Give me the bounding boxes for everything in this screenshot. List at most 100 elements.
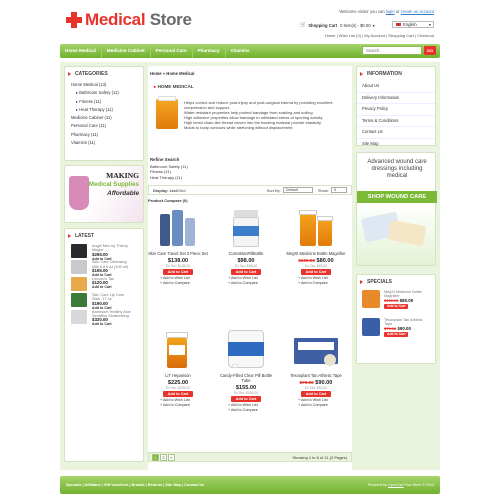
product-image[interactable] [156, 328, 200, 370]
category-item[interactable]: Pharmacy (11) [71, 131, 137, 139]
add-to-compare-link[interactable]: + Add to Compare [216, 281, 276, 286]
add-to-cart-link[interactable]: Add to Cart [92, 285, 132, 289]
category-item[interactable]: Medicine Cabinet (11) [71, 114, 137, 122]
add-to-compare-link[interactable]: + Add to Compare [148, 281, 208, 286]
product-thumbnail[interactable] [71, 293, 87, 308]
display-list-link[interactable]: List [170, 188, 177, 193]
page-title: ▸ HOME MEDICAL [154, 84, 194, 89]
footer-link[interactable]: Specials [66, 483, 81, 487]
add-to-compare-link[interactable]: + Add to Compare [216, 408, 276, 413]
product-name[interactable]: CuresMonPillBottle [216, 251, 276, 257]
top-link-cart[interactable]: Shopping Cart [388, 33, 414, 38]
category-item[interactable]: ▸ Heat Therapy (11) [71, 106, 137, 114]
latest-item[interactable]: Bathroom Healthy Aloe Sensitive Moisturi… [71, 309, 137, 326]
nav-item-pharmacy[interactable]: Pharmacy [193, 44, 226, 58]
product-name[interactable]: Candy-Filled Clear Pill Bottle Tube [216, 373, 276, 384]
search-input[interactable]: Search [362, 46, 422, 55]
information-link[interactable]: Site Map [357, 139, 435, 151]
product-compare-link[interactable]: Product Compare (0) [148, 198, 188, 203]
information-link[interactable]: About Us [357, 81, 435, 93]
add-to-compare-link[interactable]: + Add to Compare [286, 281, 346, 286]
add-to-cart-button[interactable]: Add to Cart [384, 332, 409, 337]
add-to-cart-link[interactable]: Add to Cart [92, 322, 132, 326]
top-link-account[interactable]: My Account [364, 33, 385, 38]
category-item[interactable]: Personal Care (11) [71, 122, 137, 130]
add-to-compare-link[interactable]: + Add to Compare [148, 403, 208, 408]
page-1[interactable]: 1 [152, 454, 159, 461]
register-link[interactable]: create an account [401, 9, 434, 14]
promo-banner-left[interactable]: MAKING Medical Supplies Affordable [64, 165, 144, 223]
footer-link[interactable]: Affiliates [84, 483, 100, 487]
categories-title: CATEGORIES [65, 67, 143, 79]
top-link-home[interactable]: Home [325, 33, 336, 38]
special-item-info: Tesoxplant Tan Athletic Tape $79.00 $90.0… [384, 318, 424, 344]
opencart-link[interactable]: OpenCart [388, 483, 404, 487]
add-to-cart-button[interactable]: Add to Cart [384, 304, 409, 309]
product-name[interactable]: Tesoxplant Tan Athletic Tape [286, 373, 346, 379]
login-link[interactable]: login [386, 9, 395, 14]
product-image[interactable] [224, 328, 268, 370]
page-2[interactable]: 2 [160, 454, 167, 461]
information-link[interactable]: Privacy Policy [357, 104, 435, 116]
pagination-summary: Showing 1 to 6 of 11 (2 Pages) [292, 455, 347, 460]
latest-item[interactable]: Angel Men by Thierry Mugler $265.00 Add to… [71, 244, 137, 261]
top-link-checkout[interactable]: Checkout [417, 33, 434, 38]
product-thumbnail[interactable] [71, 244, 87, 258]
display-grid-link[interactable]: Grid [178, 188, 186, 193]
product-thumbnail[interactable] [71, 260, 87, 275]
top-link-wishlist[interactable]: Wish List (0) [339, 33, 361, 38]
footer-link[interactable]: Site Map [165, 483, 181, 487]
nav-item-personal-care[interactable]: Personal Care [151, 44, 193, 58]
shop-wound-care-button[interactable]: SHOP WOUND CARE [357, 191, 437, 203]
add-to-compare-link[interactable]: + Add to Compare [286, 403, 346, 408]
special-item[interactable]: Tesoxplant Tan Athletic Tape $79.00 $90.0… [362, 318, 430, 344]
latest-item[interactable]: Skin Care Cleansing Milk 6.8 fl oz (100 … [71, 260, 137, 277]
footer-link[interactable]: Contact Us [184, 483, 204, 487]
information-link[interactable]: Contact Us [357, 127, 435, 139]
promo-banner-right[interactable]: Advanced wound care dressings including … [356, 152, 437, 266]
information-link[interactable]: Delivery Information [357, 93, 435, 105]
category-item[interactable]: Vitamins (11) [71, 139, 137, 147]
search-button[interactable]: GO [424, 46, 436, 55]
footer-link[interactable]: Gift Vouchers [104, 483, 129, 487]
product-name[interactable]: MegXt Medicine Bottle Magnifier [286, 251, 346, 257]
show-select[interactable]: 5 [331, 187, 347, 193]
sort-select[interactable]: Default [282, 187, 313, 193]
product-name[interactable]: LiT Heparison [148, 373, 208, 379]
product-card: LiT Heparison $225.00 Ex Tax: $225.00 Add t… [148, 328, 208, 408]
breadcrumb: Home » Home Medical [150, 71, 195, 76]
footer-link[interactable]: Returns [148, 483, 162, 487]
nav-item-vitamins[interactable]: Vitamins [226, 44, 255, 58]
product-name[interactable]: Skin Care Travel Set 3 Piece Set [148, 251, 208, 257]
refine-item[interactable]: Heat Therapy (11) [150, 175, 188, 180]
product-thumbnail[interactable] [71, 276, 87, 291]
nav-item-medicine-cabinet[interactable]: Medicine Cabinet [102, 44, 151, 58]
next-page[interactable]: » [168, 454, 175, 461]
category-item[interactable]: ▸ Fitness (11) [71, 98, 137, 106]
add-to-cart-button[interactable]: Add to Cart [162, 268, 194, 275]
information-link[interactable]: Terms & Conditions [357, 116, 435, 128]
footer-link[interactable]: Brands [132, 483, 145, 487]
add-to-cart-button[interactable]: Add to Cart [162, 390, 194, 397]
product-image[interactable] [156, 206, 200, 248]
product-image[interactable] [294, 206, 338, 248]
special-item[interactable]: MegXt Medicine Bottle Magnifier $100.00 $… [362, 290, 430, 316]
latest-item[interactable]: Skin Care Lip Care Stick .17 oz $190.00 Ad… [71, 293, 137, 310]
add-to-cart-button[interactable]: Add to Cart [300, 390, 332, 397]
add-to-cart-button[interactable]: Add to Cart [230, 268, 262, 275]
product-image[interactable] [294, 328, 338, 370]
product-thumbnail[interactable] [362, 318, 380, 336]
product-thumbnail[interactable] [362, 290, 380, 308]
product-image[interactable] [224, 206, 268, 248]
add-to-cart-button[interactable]: Add to Cart [230, 395, 262, 402]
product-thumbnail[interactable] [71, 309, 87, 324]
logo[interactable]: Medical Store [66, 10, 192, 30]
add-to-cart-button[interactable]: Add to Cart [300, 268, 332, 275]
latest-item[interactable]: Lenovo's Tan $120.00 Add to Cart [71, 276, 137, 291]
nav-item-home-medical[interactable]: Home Medical [60, 44, 102, 58]
cart-summary[interactable]: 🛒 Shopping Cart 0 item(s) - $0.00 ▾ [300, 22, 375, 28]
breadcrumb-home[interactable]: Home [150, 71, 162, 76]
category-item[interactable]: Home Medical (13) [71, 81, 137, 89]
category-item[interactable]: ▸ Bathroom Safety (11) [71, 89, 137, 97]
language-select[interactable]: English ▾ [392, 21, 434, 28]
